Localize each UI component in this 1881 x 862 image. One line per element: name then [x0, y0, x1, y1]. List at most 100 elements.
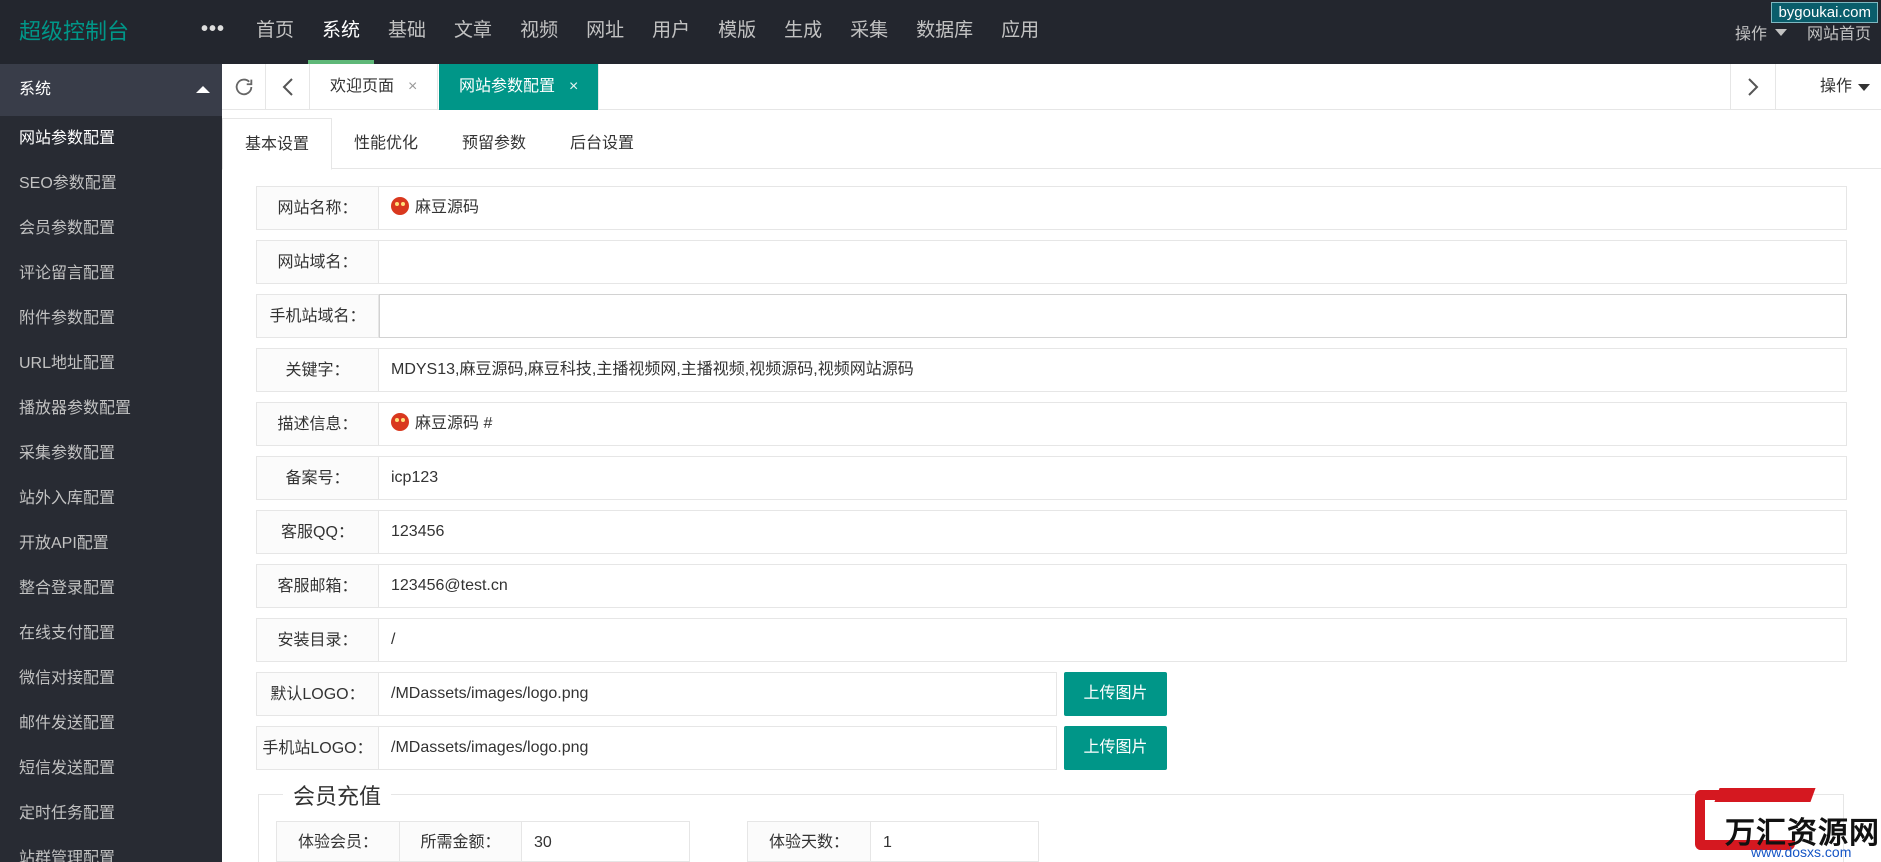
icp-field[interactable]: icp123 — [379, 456, 1847, 500]
sidebar-item-payment[interactable]: 在线支付配置 — [0, 611, 222, 656]
install-dir-label: 安装目录： — [256, 618, 379, 662]
nav-item-basic[interactable]: 基础 — [374, 0, 440, 64]
brand-watermark: 万汇资源网 www.dosxs.com — [1695, 788, 1881, 862]
subtab-admin[interactable]: 后台设置 — [548, 118, 656, 169]
sidebar-item-cron[interactable]: 定时任务配置 — [0, 791, 222, 836]
description-label: 描述信息： — [256, 402, 379, 446]
keywords-label: 关键字： — [256, 348, 379, 392]
sidebar-item-login[interactable]: 整合登录配置 — [0, 566, 222, 611]
qq-label: 客服QQ： — [256, 510, 379, 554]
brand-logo-bar — [1714, 788, 1816, 802]
chevron-up-icon — [196, 86, 210, 93]
subtab-basic[interactable]: 基本设置 — [222, 118, 333, 170]
header-operation-menu[interactable]: 操作 — [1735, 20, 1787, 44]
tabs-operation-label: 操作 — [1820, 78, 1853, 95]
header-operation-label: 操作 — [1734, 26, 1767, 43]
site-name-value: 麻豆源码 — [415, 199, 480, 216]
sidebar-item-seo[interactable]: SEO参数配置 — [0, 161, 222, 206]
member-days-row: 体验天数： 1 — [747, 821, 1039, 862]
nav-item-home[interactable]: 首页 — [242, 0, 308, 64]
mobile-logo-path-field[interactable]: /MDassets/images/logo.png — [379, 726, 1057, 770]
sidebar-item-api[interactable]: 开放API配置 — [0, 521, 222, 566]
nav-item-system[interactable]: 系统 — [308, 0, 375, 64]
keywords-field[interactable]: MDYS13,麻豆源码,麻豆科技,主播视频网,主播视频,视频源码,视频网站源码 — [379, 348, 1847, 392]
sidebar-item-wechat[interactable]: 微信对接配置 — [0, 656, 222, 701]
sidebar-item-member[interactable]: 会员参数配置 — [0, 206, 222, 251]
install-dir-field[interactable]: / — [379, 618, 1847, 662]
top-header: 超级控制台 ••• 首页 系统 基础 文章 视频 网址 用户 模版 生成 采集 … — [0, 0, 1881, 64]
nav-item-generate[interactable]: 生成 — [770, 0, 836, 64]
logo-path-field[interactable]: /MDassets/images/logo.png — [379, 672, 1057, 716]
refresh-icon[interactable] — [222, 64, 266, 110]
form-row-logo: 默认LOGO： /MDassets/images/logo.png — [256, 672, 1057, 716]
sidebar-item-email[interactable]: 邮件发送配置 — [0, 701, 222, 746]
chevron-down-icon — [1774, 28, 1787, 36]
sidebar-group-system[interactable]: 系统 — [0, 64, 222, 116]
logo-label: 默认LOGO： — [256, 672, 379, 716]
page-tabs-bar: 欢迎页面 × 网站参数配置 × 操作 — [222, 64, 1881, 110]
devil-emoji-icon — [391, 197, 409, 215]
member-trial-row: 体验会员： 所需金额： 30 — [276, 821, 690, 862]
email-field[interactable]: 123456@test.cn — [379, 564, 1847, 608]
console-logo[interactable]: 超级控制台 — [19, 0, 129, 64]
sidebar-item-sitegroup[interactable]: 站群管理配置 — [0, 836, 222, 862]
price-field[interactable]: 30 — [522, 821, 690, 862]
description-field[interactable]: 麻豆源码 # — [379, 402, 1847, 446]
chevron-down-icon — [1858, 83, 1871, 91]
close-icon[interactable]: × — [569, 78, 578, 95]
more-icon[interactable]: ••• — [201, 18, 225, 41]
tabs-operation-menu[interactable]: 操作 — [1820, 64, 1871, 110]
sidebar-item-url[interactable]: URL地址配置 — [0, 341, 222, 386]
nav-item-template[interactable]: 模版 — [704, 0, 770, 64]
email-label: 客服邮箱： — [256, 564, 379, 608]
tab-welcome[interactable]: 欢迎页面 × — [310, 64, 439, 110]
brand-url: www.dosxs.com — [1751, 844, 1852, 860]
form-row-email: 客服邮箱： 123456@test.cn — [256, 564, 1847, 608]
price-label: 所需金额： — [400, 821, 522, 862]
form-row-site-domain: 网站域名： — [256, 240, 1847, 284]
subtab-performance[interactable]: 性能优化 — [332, 118, 440, 169]
sidebar-item-attachment[interactable]: 附件参数配置 — [0, 296, 222, 341]
form-row-install-dir: 安装目录： / — [256, 618, 1847, 662]
trial-days-field[interactable]: 1 — [871, 821, 1039, 862]
devil-emoji-icon — [391, 413, 409, 431]
form-row-qq: 客服QQ： 123456 — [256, 510, 1847, 554]
nav-item-app[interactable]: 应用 — [987, 0, 1053, 64]
site-name-field[interactable]: 麻豆源码 — [379, 186, 1847, 230]
close-icon[interactable]: × — [408, 78, 417, 95]
upload-mobile-logo-button[interactable]: 上传图片 — [1064, 726, 1167, 770]
sidebar-item-collect[interactable]: 采集参数配置 — [0, 431, 222, 476]
sidebar-item-player[interactable]: 播放器参数配置 — [0, 386, 222, 431]
nav-item-url[interactable]: 网址 — [572, 0, 638, 64]
form-row-mobile-logo: 手机站LOGO： /MDassets/images/logo.png — [256, 726, 1057, 770]
sidebar-item-sms[interactable]: 短信发送配置 — [0, 746, 222, 791]
nav-item-collect[interactable]: 采集 — [836, 0, 902, 64]
sidebar: 系统 网站参数配置 SEO参数配置 会员参数配置 评论留言配置 附件参数配置 U… — [0, 64, 222, 862]
chevron-right-icon[interactable] — [1730, 64, 1776, 110]
chevron-left-icon[interactable] — [266, 64, 310, 110]
mobile-logo-label: 手机站LOGO： — [256, 726, 379, 770]
nav-item-user[interactable]: 用户 — [638, 0, 704, 64]
site-name-label: 网站名称： — [256, 186, 379, 230]
sidebar-item-site-params[interactable]: 网站参数配置 — [0, 116, 222, 161]
nav-item-article[interactable]: 文章 — [440, 0, 506, 64]
tab-label: 欢迎页面 — [330, 78, 395, 95]
nav-item-video[interactable]: 视频 — [506, 0, 572, 64]
form-row-site-name: 网站名称： 麻豆源码 — [256, 186, 1847, 230]
mobile-domain-label: 手机站域名： — [256, 294, 379, 338]
qq-field[interactable]: 123456 — [379, 510, 1847, 554]
tab-site-params[interactable]: 网站参数配置 × — [439, 64, 600, 110]
settings-subtabs: 基本设置 性能优化 预留参数 后台设置 — [222, 118, 1881, 170]
site-domain-label: 网站域名： — [256, 240, 379, 284]
sidebar-item-comment[interactable]: 评论留言配置 — [0, 251, 222, 296]
site-home-link[interactable]: 网站首页 — [1807, 20, 1871, 44]
member-recharge-legend: 会员充值 — [283, 779, 392, 811]
site-domain-field[interactable] — [379, 240, 1847, 284]
form-row-keywords: 关键字： MDYS13,麻豆源码,麻豆科技,主播视频网,主播视频,视频源码,视频… — [256, 348, 1847, 392]
nav-item-database[interactable]: 数据库 — [902, 0, 987, 64]
upload-logo-button[interactable]: 上传图片 — [1064, 672, 1167, 716]
sidebar-item-import[interactable]: 站外入库配置 — [0, 476, 222, 521]
top-nav: 首页 系统 基础 文章 视频 网址 用户 模版 生成 采集 数据库 应用 — [242, 0, 1053, 64]
mobile-domain-field[interactable] — [379, 294, 1847, 338]
subtab-reserved[interactable]: 预留参数 — [440, 118, 548, 169]
